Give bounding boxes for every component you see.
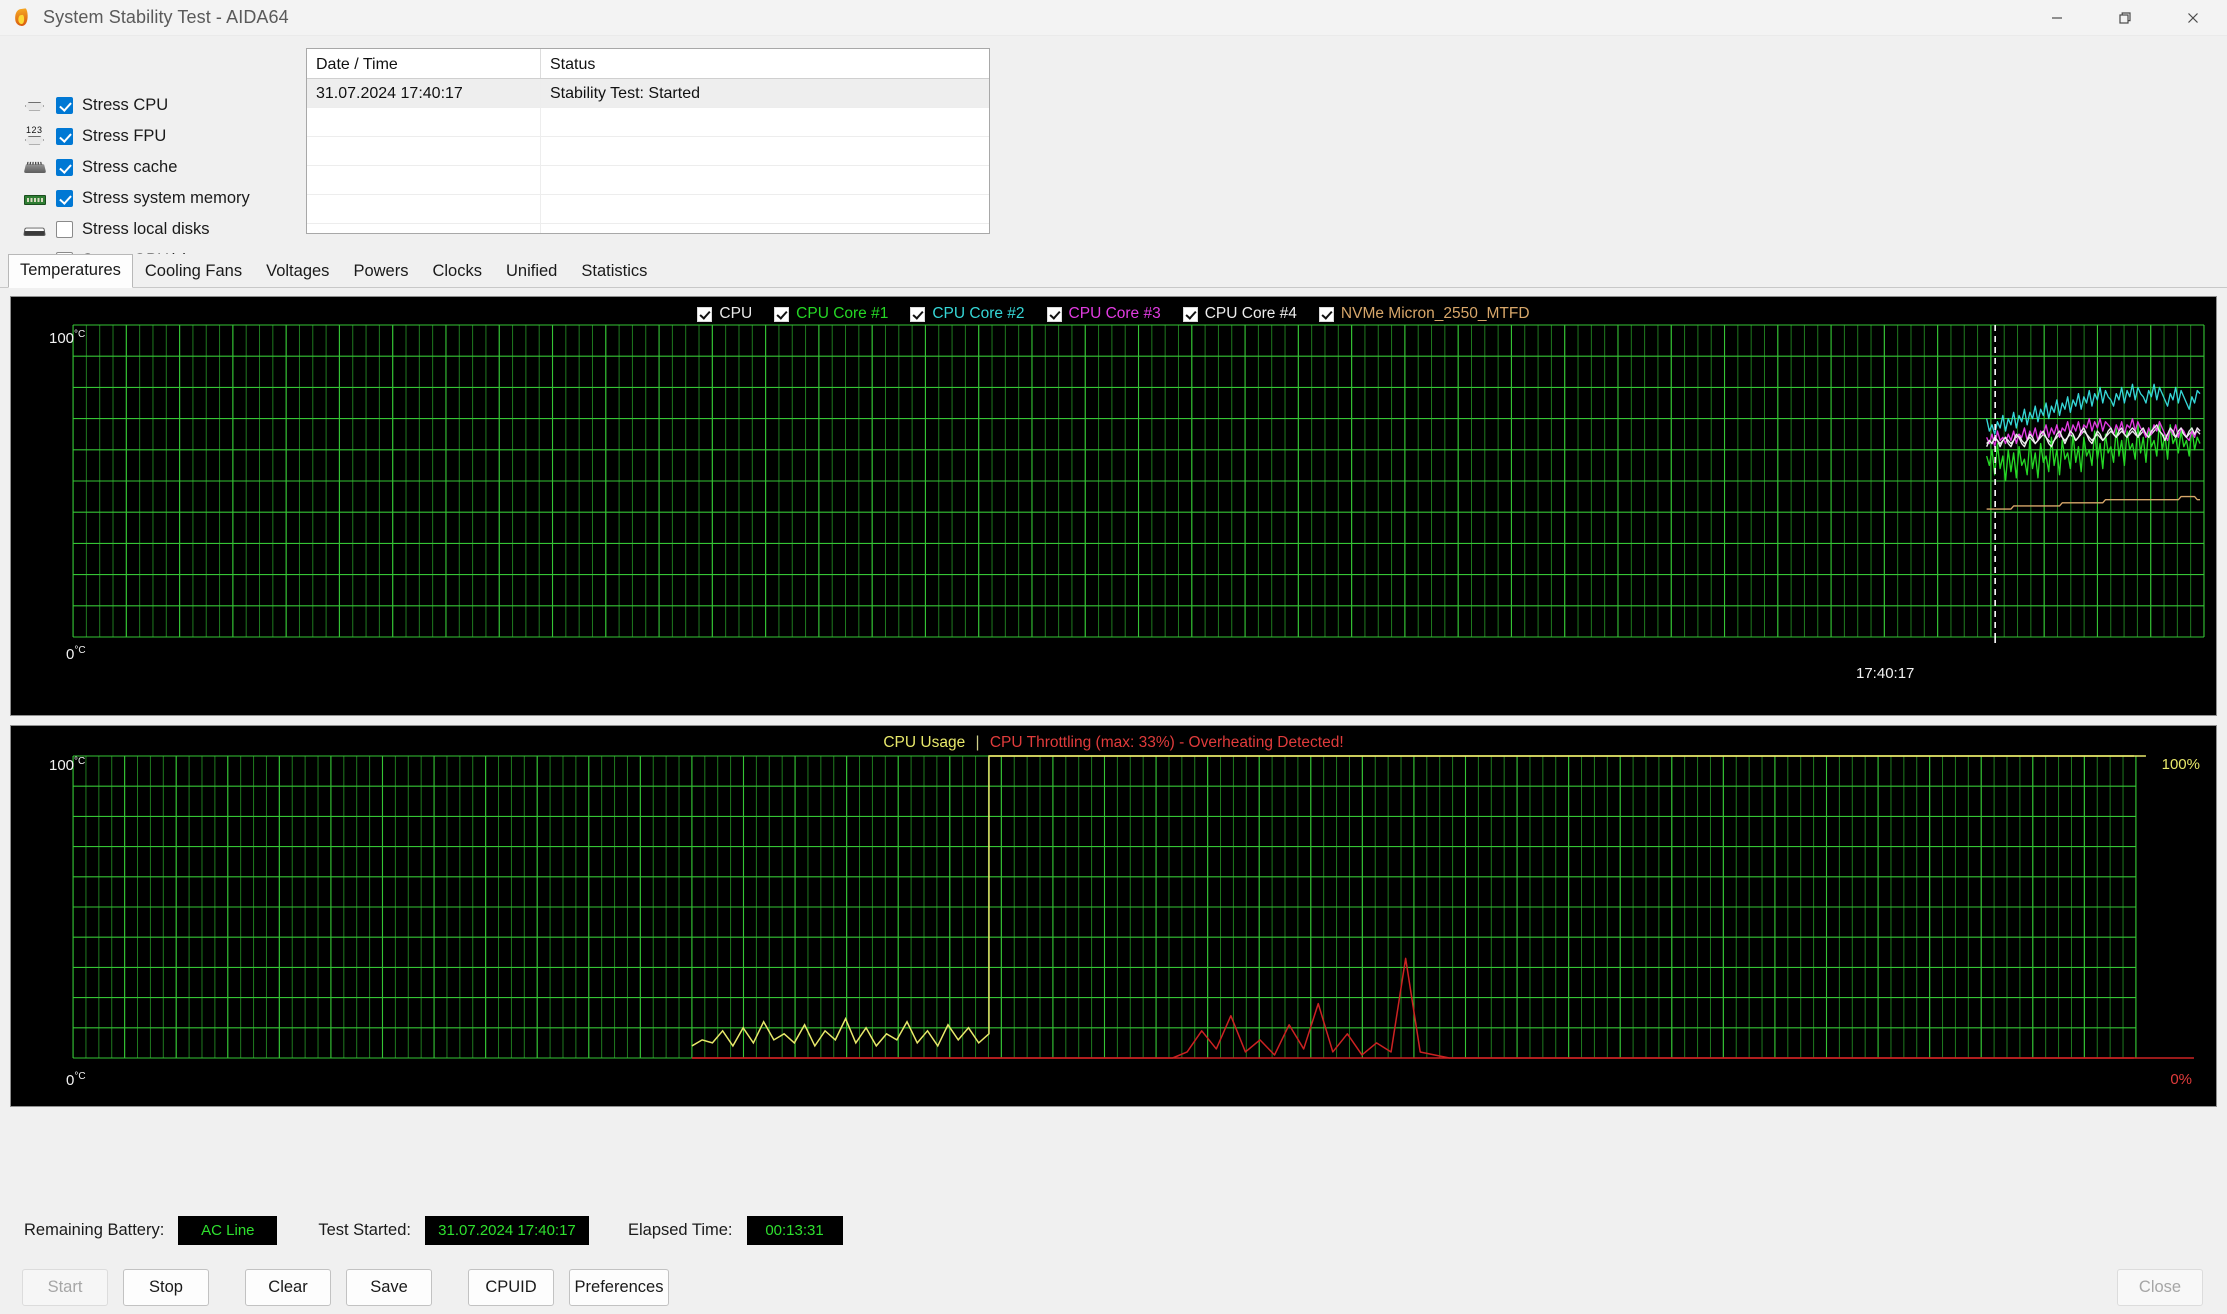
window-title: System Stability Test - AIDA64	[43, 7, 289, 28]
window-controls	[2023, 0, 2227, 36]
tab-cooling-fans[interactable]: Cooling Fans	[133, 255, 254, 288]
cell-status: Stability Test: Started	[541, 79, 989, 107]
table-row-empty[interactable]	[307, 195, 989, 224]
cpuid-button[interactable]: CPUID	[468, 1269, 554, 1306]
stress-option-cpu[interactable]: Stress CPU	[22, 90, 300, 121]
usage-right-label-bottom: 0%	[2170, 1071, 2192, 1088]
column-header-datetime[interactable]: Date / Time	[307, 49, 541, 78]
elapsed-time-value: 00:13:31	[747, 1216, 843, 1245]
table-row-empty[interactable]	[307, 137, 989, 166]
stress-option-cache[interactable]: Stress cache	[22, 152, 300, 183]
tab-voltages[interactable]: Voltages	[254, 255, 341, 288]
table-row[interactable]: 31.07.2024 17:40:17 Stability Test: Star…	[307, 79, 989, 108]
memory-module-icon	[22, 189, 48, 209]
button-bar: Start Stop Clear Save CPUID Preferences …	[0, 1260, 2227, 1314]
battery-value: AC Line	[178, 1216, 277, 1245]
log-table-header: Date / Time Status	[307, 49, 989, 79]
status-log-table[interactable]: Date / Time Status 31.07.2024 17:40:17 S…	[306, 48, 990, 234]
usage-axis-label-bottom: 0°C	[66, 1071, 86, 1089]
charts-area: CPU CPU Core #1 CPU Core #2 CPU Core #3 …	[0, 288, 2227, 1200]
stability-test-window: System Stability Test - AIDA64	[0, 0, 2227, 1314]
temp-axis-label-bottom: 0°C	[66, 645, 86, 663]
stress-cache-checkbox[interactable]	[56, 159, 73, 176]
stress-fpu-checkbox[interactable]	[56, 128, 73, 145]
save-button[interactable]: Save	[346, 1269, 432, 1306]
flame-icon	[11, 7, 33, 29]
stress-option-memory[interactable]: Stress system memory	[22, 183, 300, 214]
stress-disks-label: Stress local disks	[82, 220, 209, 239]
tab-bar: Temperatures Cooling Fans Voltages Power…	[0, 254, 2227, 288]
stress-memory-checkbox[interactable]	[56, 190, 73, 207]
stress-disks-checkbox[interactable]	[56, 221, 73, 238]
stress-fpu-label: Stress FPU	[82, 127, 166, 146]
cell-datetime: 31.07.2024 17:40:17	[307, 79, 541, 107]
temperature-chart[interactable]: CPU CPU Core #1 CPU Core #2 CPU Core #3 …	[10, 296, 2217, 716]
temp-marker-timestamp: 17:40:17	[1856, 665, 1914, 682]
cpu-usage-chart-canvas	[11, 726, 2216, 1106]
title-bar: System Stability Test - AIDA64	[0, 0, 2227, 36]
stress-cpu-checkbox[interactable]	[56, 97, 73, 114]
hard-disk-icon	[22, 220, 48, 240]
stress-options-list: Stress CPU 123 Stress FPU Stress cache S…	[0, 48, 300, 254]
table-row-empty[interactable]	[307, 108, 989, 137]
tab-temperatures[interactable]: Temperatures	[8, 254, 133, 288]
column-header-status[interactable]: Status	[541, 49, 989, 78]
fpu-chip-icon: 123	[22, 127, 48, 147]
table-row-empty[interactable]	[307, 166, 989, 195]
restore-icon[interactable]	[2091, 0, 2159, 36]
usage-right-label-top: 100%	[2162, 756, 2200, 773]
status-bar: Remaining Battery: AC Line Test Started:…	[0, 1200, 2227, 1260]
temperature-chart-canvas	[11, 297, 2216, 715]
tab-unified[interactable]: Unified	[494, 255, 569, 288]
temp-axis-label-top: 100°C	[49, 329, 85, 347]
close-button[interactable]: Close	[2117, 1269, 2203, 1306]
stress-memory-label: Stress system memory	[82, 189, 250, 208]
test-started-value: 31.07.2024 17:40:17	[425, 1216, 589, 1245]
battery-label: Remaining Battery:	[24, 1221, 164, 1240]
preferences-button[interactable]: Preferences	[569, 1269, 669, 1306]
stress-option-fpu[interactable]: 123 Stress FPU	[22, 121, 300, 152]
stress-cache-label: Stress cache	[82, 158, 177, 177]
table-row-empty[interactable]	[307, 224, 989, 234]
stress-option-disks[interactable]: Stress local disks	[22, 214, 300, 245]
test-started-label: Test Started:	[318, 1221, 411, 1240]
top-panel: Stress CPU 123 Stress FPU Stress cache S…	[0, 36, 2227, 254]
tab-statistics[interactable]: Statistics	[569, 255, 659, 288]
start-button[interactable]: Start	[22, 1269, 108, 1306]
close-icon[interactable]	[2159, 0, 2227, 36]
cache-chip-icon	[22, 158, 48, 178]
stop-button[interactable]: Stop	[123, 1269, 209, 1306]
usage-axis-label-top: 100°C	[49, 756, 85, 774]
minimize-icon[interactable]	[2023, 0, 2091, 36]
cpu-chip-icon	[22, 96, 48, 116]
tab-clocks[interactable]: Clocks	[420, 255, 494, 288]
elapsed-time-label: Elapsed Time:	[628, 1221, 733, 1240]
clear-button[interactable]: Clear	[245, 1269, 331, 1306]
stress-cpu-label: Stress CPU	[82, 96, 168, 115]
cpu-usage-chart[interactable]: CPU Usage | CPU Throttling (max: 33%) - …	[10, 725, 2217, 1107]
tab-powers[interactable]: Powers	[341, 255, 420, 288]
